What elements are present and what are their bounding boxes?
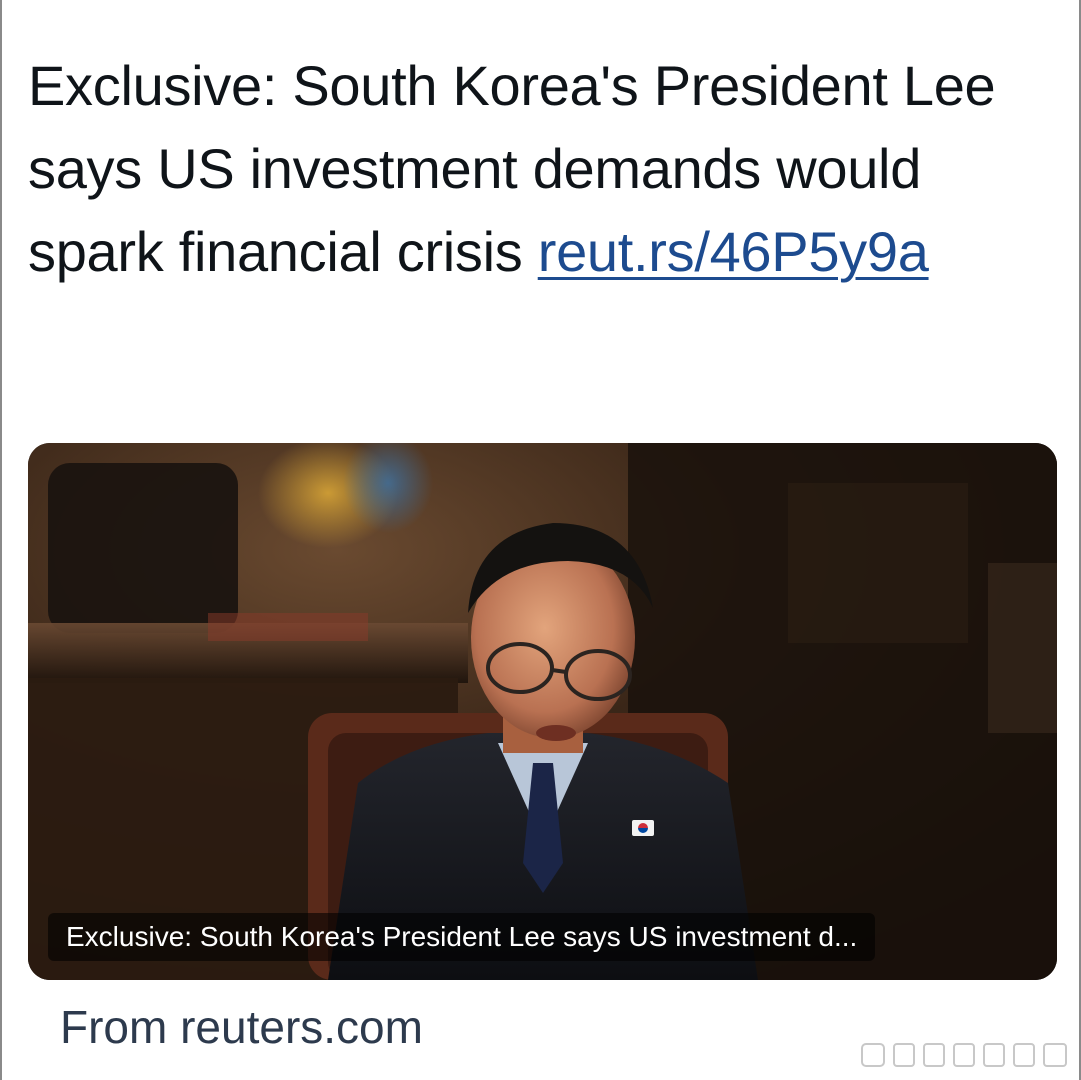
post-text: Exclusive: South Korea's President Lee s… <box>28 44 1038 293</box>
card-image <box>28 443 1057 980</box>
watermark-logo <box>861 1043 1067 1067</box>
south-korea-flag-icon <box>632 820 654 836</box>
source-prefix: From <box>60 1001 181 1053</box>
card-caption: Exclusive: South Korea's President Lee s… <box>48 913 876 961</box>
source-line: From reuters.com <box>60 998 423 1056</box>
post-link[interactable]: reut.rs/46P5y9a <box>538 220 929 283</box>
link-preview-card[interactable]: Exclusive: South Korea's President Lee s… <box>28 443 1057 980</box>
post-frame: Exclusive: South Korea's President Lee s… <box>0 0 1081 1080</box>
source-domain[interactable]: reuters.com <box>180 1001 423 1053</box>
